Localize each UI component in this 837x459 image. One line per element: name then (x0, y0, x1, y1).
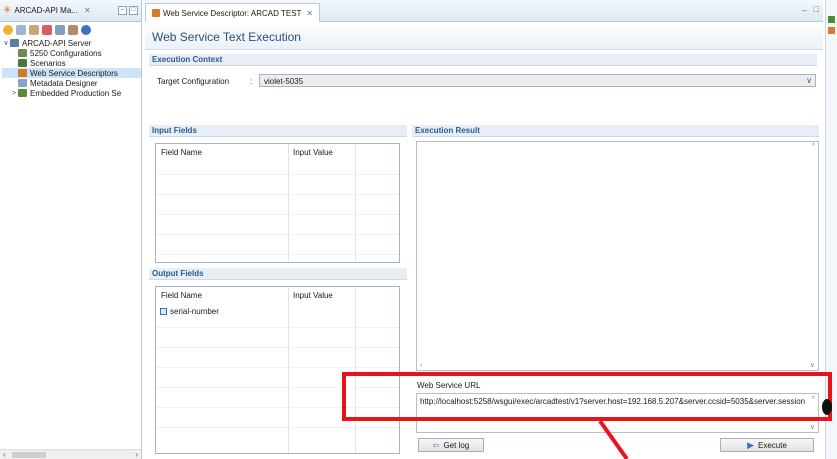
annotation-arrow (598, 419, 629, 459)
annotation-overlay (342, 372, 832, 459)
annotation-dot (822, 399, 832, 415)
annotation-highlight-box (342, 372, 832, 421)
